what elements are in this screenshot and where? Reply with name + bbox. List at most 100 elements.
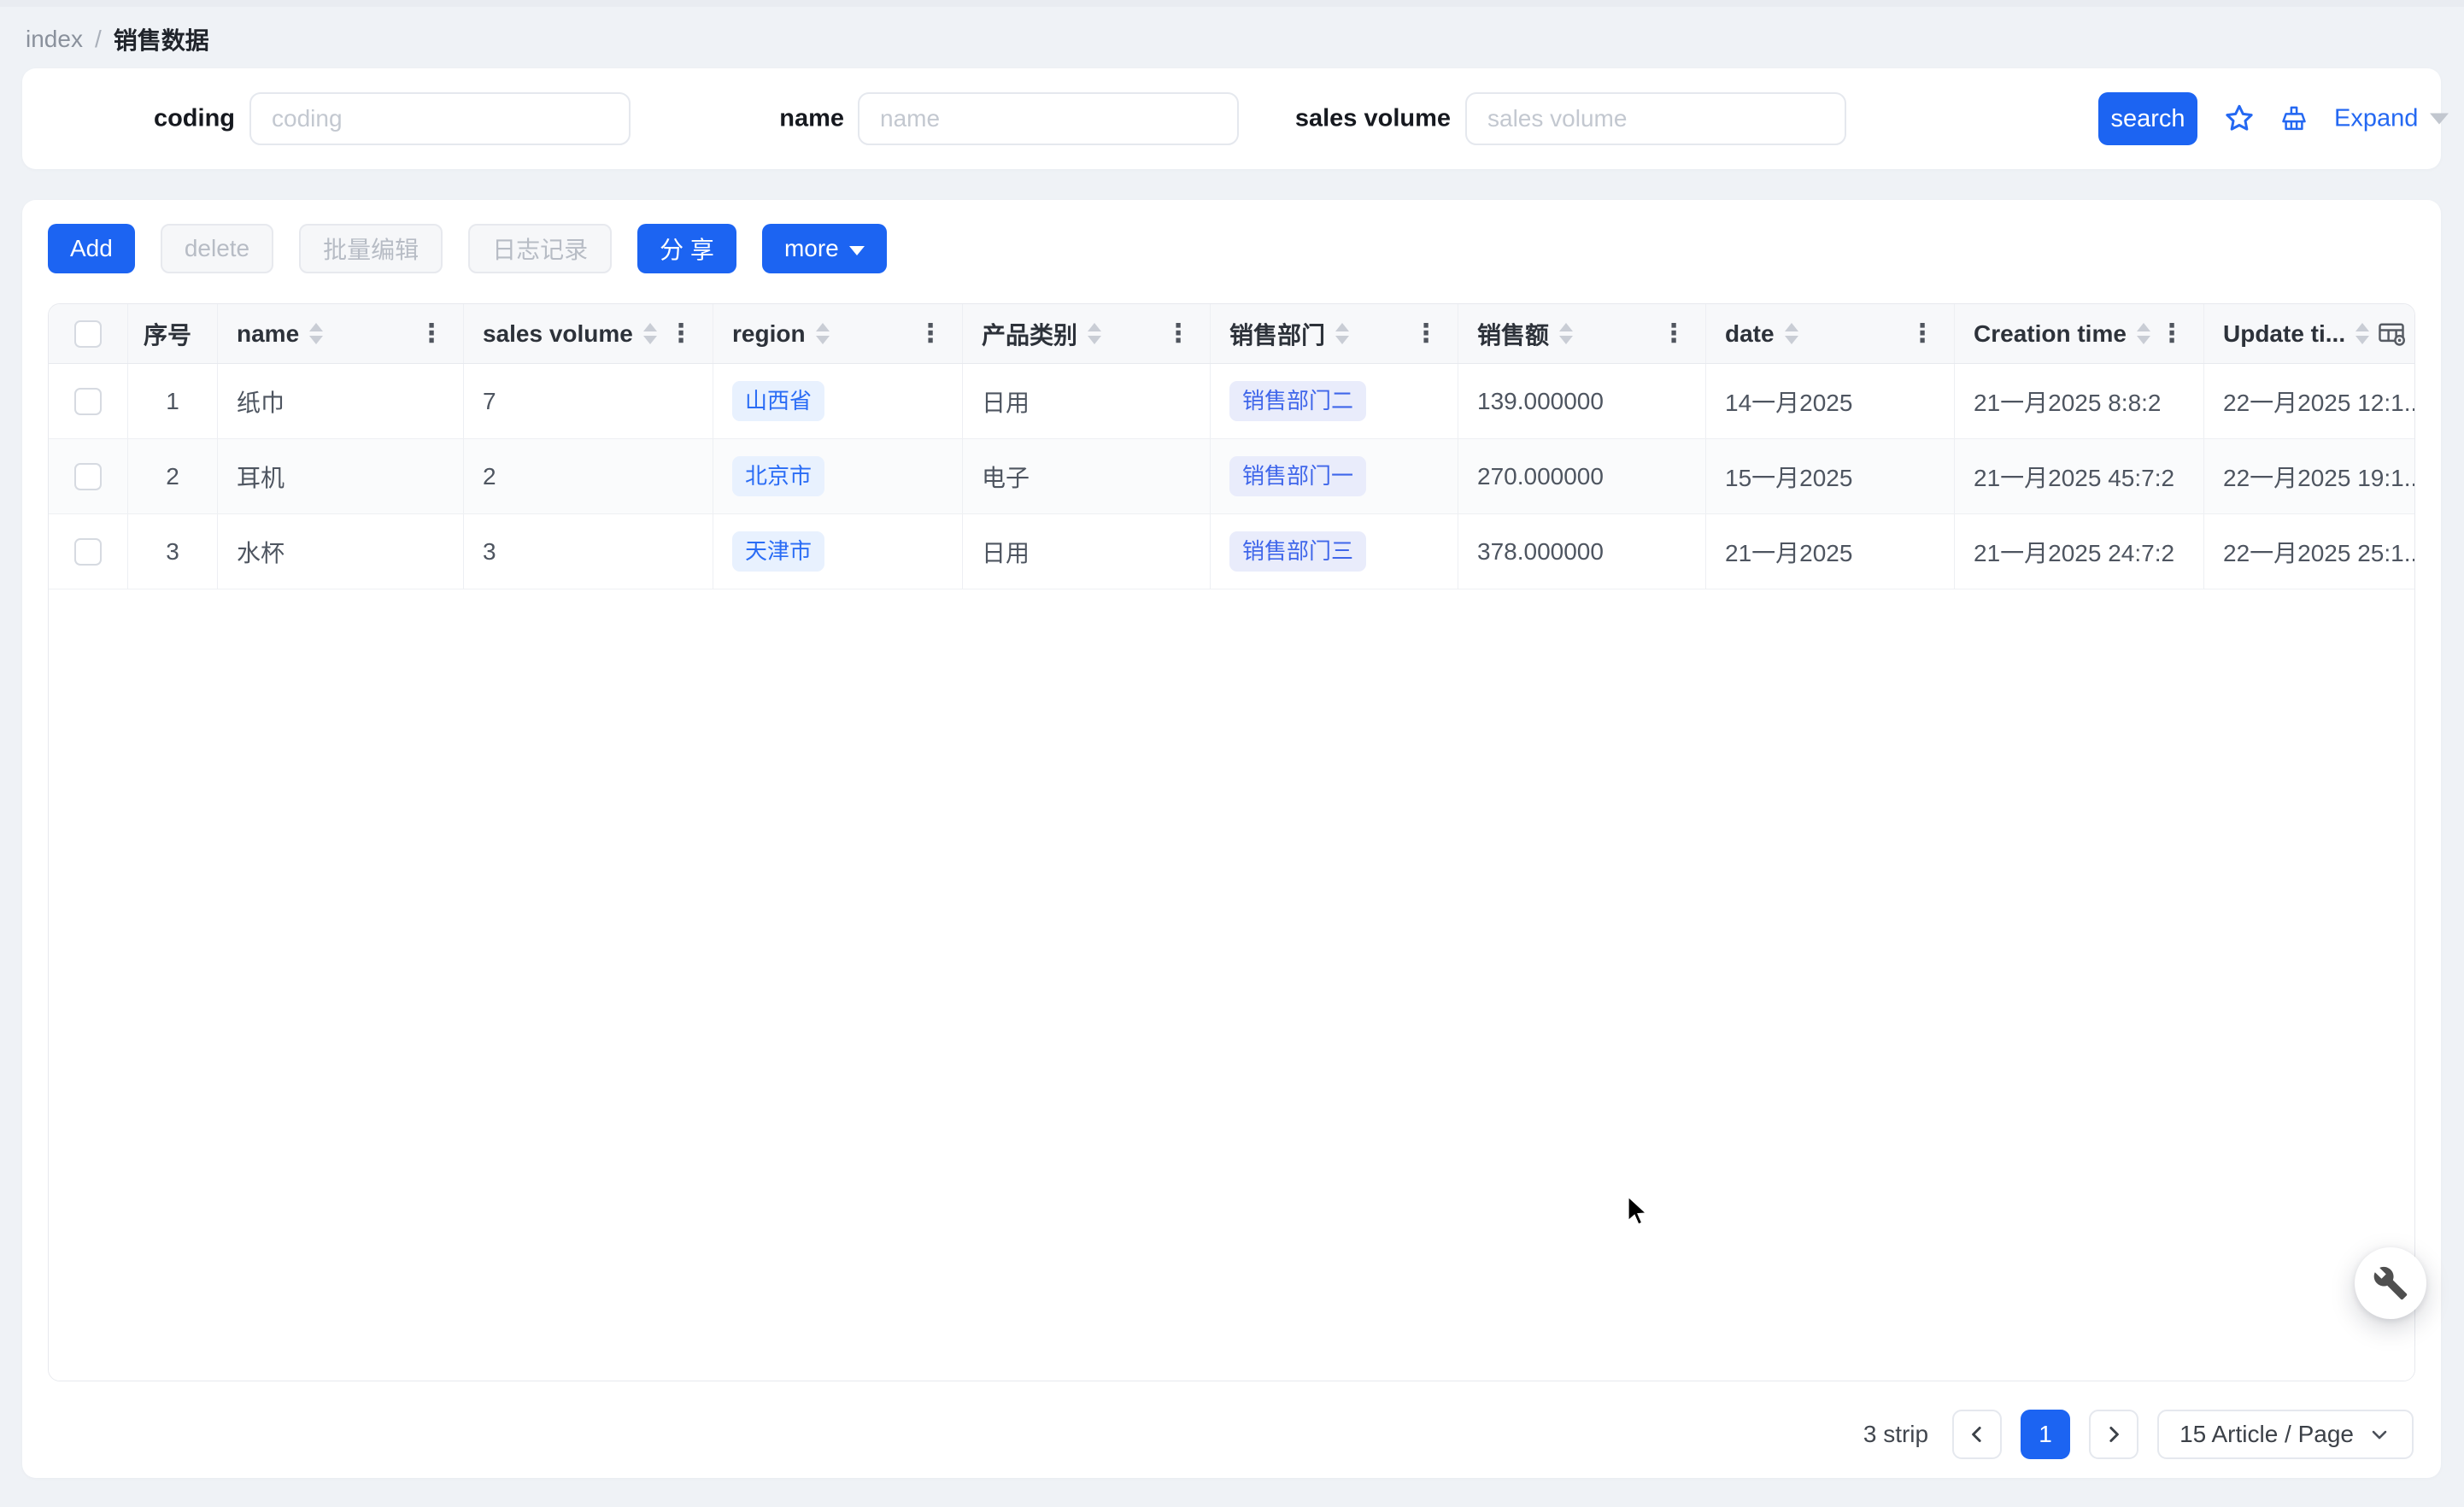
search-panel: coding name sales volume search Expand: [22, 68, 2441, 169]
add-button[interactable]: Add: [48, 224, 135, 273]
table-cell: 电子: [963, 439, 1211, 513]
column-header-category: 产品类别 ⋮: [963, 304, 1211, 363]
table-cell: 14一月2025: [1706, 364, 1955, 438]
table-empty-area: [49, 589, 2414, 1381]
table-cell: 天津市: [713, 514, 963, 589]
more-button[interactable]: more: [762, 224, 887, 273]
column-menu-icon[interactable]: ⋮: [419, 321, 444, 347]
sort-control[interactable]: [309, 323, 323, 344]
column-menu-icon[interactable]: ⋮: [2159, 321, 2185, 347]
data-table: 序号 name ⋮ sales volume ⋮ region ⋮ 产品类别 ⋮: [48, 303, 2415, 1381]
toolbar: Add delete 批量编辑 日志记录 分 享 more: [48, 224, 887, 273]
sort-control[interactable]: [2137, 323, 2150, 344]
header-checkbox-cell: [49, 304, 128, 363]
table-cell: 纸巾: [218, 364, 464, 438]
table-cell: 378.000000: [1458, 514, 1706, 589]
department-tag: 销售部门三: [1229, 531, 1366, 572]
breadcrumb: index / 销售数据: [26, 22, 209, 56]
table-panel: Add delete 批量编辑 日志记录 分 享 more 序号 name ⋮ …: [22, 200, 2441, 1478]
row-checkbox[interactable]: [74, 538, 102, 566]
column-menu-icon[interactable]: ⋮: [1165, 321, 1191, 347]
column-header-department: 销售部门 ⋮: [1211, 304, 1458, 363]
table-cell: 销售部门二: [1211, 364, 1458, 438]
column-header-index: 序号: [128, 304, 218, 363]
share-button[interactable]: 分 享: [637, 224, 736, 273]
breadcrumb-index-link[interactable]: index: [26, 26, 83, 53]
table-row[interactable]: 1 纸巾 7 山西省 日用 销售部门二 139.000000 14一月2025 …: [49, 364, 2414, 439]
row-checkbox[interactable]: [74, 463, 102, 490]
batch-edit-button[interactable]: 批量编辑: [299, 224, 443, 273]
table-row[interactable]: 3 水杯 3 天津市 日用 销售部门三 378.000000 21一月2025 …: [49, 514, 2414, 589]
sort-control[interactable]: [1335, 323, 1349, 344]
table-cell: 270.000000: [1458, 439, 1706, 513]
log-button[interactable]: 日志记录: [468, 224, 612, 273]
table-cell: 1: [128, 364, 218, 438]
table-cell: 销售部门一: [1211, 439, 1458, 513]
table-cell: 22一月2025 12:1...: [2204, 364, 2414, 438]
column-menu-icon[interactable]: ⋮: [918, 321, 943, 347]
table-cell: 日用: [963, 364, 1211, 438]
sort-control[interactable]: [643, 323, 657, 344]
page-size-select[interactable]: 15 Article / Page: [2157, 1410, 2414, 1459]
column-menu-icon[interactable]: ⋮: [1661, 321, 1687, 347]
name-input[interactable]: [858, 92, 1239, 145]
table-cell: 21一月2025 24:7:2: [1955, 514, 2204, 589]
chevron-down-icon: [2430, 114, 2449, 125]
region-tag: 天津市: [732, 531, 824, 572]
breadcrumb-separator: /: [95, 26, 102, 53]
table-cell: [49, 364, 128, 438]
pagination: 3 strip 1 15 Article / Page: [1863, 1410, 2414, 1459]
chevron-down-icon: [849, 246, 865, 255]
column-header-creation-time: Creation time ⋮: [1955, 304, 2204, 363]
name-label: name: [656, 105, 844, 133]
table-cell: 21一月2025 8:8:2: [1955, 364, 2204, 438]
coding-input[interactable]: [249, 92, 631, 145]
sort-control[interactable]: [1785, 323, 1798, 344]
column-menu-icon[interactable]: ⋮: [1413, 321, 1439, 347]
star-icon[interactable]: [2221, 101, 2257, 137]
page-size-label: 15 Article / Page: [2179, 1421, 2354, 1448]
table-row[interactable]: 2 耳机 2 北京市 电子 销售部门一 270.000000 15一月2025 …: [49, 439, 2414, 514]
chevron-down-icon: [2367, 1422, 2391, 1446]
row-checkbox[interactable]: [74, 388, 102, 415]
table-cell: [49, 439, 128, 513]
table-cell: 22一月2025 25:1...: [2204, 514, 2414, 589]
sort-control[interactable]: [2355, 323, 2369, 344]
table-header-row: 序号 name ⋮ sales volume ⋮ region ⋮ 产品类别 ⋮: [49, 304, 2414, 364]
sales-volume-label: sales volume: [1263, 105, 1451, 133]
column-menu-icon[interactable]: ⋮: [668, 321, 694, 347]
current-page-button[interactable]: 1: [2021, 1410, 2070, 1459]
table-cell: 耳机: [218, 439, 464, 513]
delete-button[interactable]: delete: [161, 224, 273, 273]
expand-label: Expand: [2334, 105, 2418, 133]
prev-page-button[interactable]: [1952, 1410, 2002, 1459]
clear-icon[interactable]: [2276, 101, 2312, 137]
select-all-checkbox[interactable]: [74, 320, 102, 348]
sort-control[interactable]: [1559, 323, 1573, 344]
table-cell: 2: [464, 439, 713, 513]
department-tag: 销售部门二: [1229, 381, 1366, 421]
expand-toggle[interactable]: Expand: [2334, 105, 2449, 133]
column-header-update-time: Update ti... ⋮: [2204, 304, 2414, 363]
table-cell: 139.000000: [1458, 364, 1706, 438]
column-menu-icon[interactable]: ⋮: [1910, 321, 1935, 347]
table-cell: 北京市: [713, 439, 963, 513]
table-cell: 21一月2025: [1706, 514, 1955, 589]
table-cell: 15一月2025: [1706, 439, 1955, 513]
region-tag: 北京市: [732, 456, 824, 496]
sort-control[interactable]: [1088, 323, 1101, 344]
sales-volume-input[interactable]: [1465, 92, 1846, 145]
more-button-label: more: [784, 235, 839, 262]
page-title: 销售数据: [114, 22, 209, 56]
region-tag: 山西省: [732, 381, 824, 421]
search-button[interactable]: search: [2098, 92, 2197, 145]
table-cell: 2: [128, 439, 218, 513]
column-settings-icon[interactable]: [2376, 319, 2407, 349]
next-page-button[interactable]: [2089, 1410, 2138, 1459]
table-cell: [49, 514, 128, 589]
table-cell: 日用: [963, 514, 1211, 589]
table-cell: 21一月2025 45:7:2: [1955, 439, 2204, 513]
settings-fab[interactable]: [2355, 1247, 2426, 1319]
wrench-icon: [2373, 1265, 2408, 1301]
sort-control[interactable]: [816, 323, 830, 344]
